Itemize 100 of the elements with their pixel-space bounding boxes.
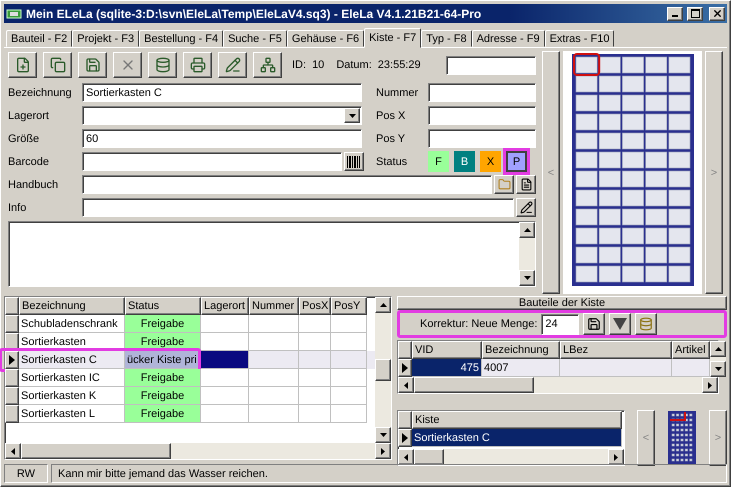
pencil-icon bbox=[224, 57, 240, 73]
close-button[interactable] bbox=[709, 6, 725, 20]
arrow-right-icon bbox=[708, 382, 712, 388]
database-button[interactable] bbox=[635, 313, 658, 335]
column-header[interactable]: LBez bbox=[560, 341, 672, 359]
save-icon bbox=[587, 317, 602, 331]
row-header[interactable] bbox=[398, 429, 412, 447]
scrollbar[interactable] bbox=[375, 297, 391, 443]
down-button[interactable] bbox=[609, 313, 632, 335]
tab[interactable]: Suche - F5 bbox=[223, 30, 287, 47]
scrollbar[interactable] bbox=[398, 377, 718, 393]
row-header[interactable] bbox=[5, 369, 19, 387]
memo-field[interactable] bbox=[8, 221, 536, 287]
status-button[interactable]: B bbox=[454, 151, 475, 172]
tab[interactable]: Adresse - F9 bbox=[472, 30, 545, 47]
arrow-up-icon bbox=[524, 228, 530, 232]
status-button[interactable]: F bbox=[428, 151, 449, 172]
column-header[interactable]: Bezeichnung bbox=[19, 297, 125, 315]
status-label: Status bbox=[376, 156, 408, 168]
arrow-up-icon bbox=[380, 303, 386, 307]
triangle-down-icon bbox=[613, 318, 628, 330]
save-icon bbox=[84, 57, 100, 73]
scrollbar[interactable] bbox=[398, 449, 624, 465]
row-header[interactable] bbox=[5, 387, 19, 405]
input-field[interactable] bbox=[428, 129, 536, 148]
input-field[interactable]: 60 bbox=[82, 129, 362, 148]
row-header[interactable] bbox=[5, 315, 19, 333]
input-field[interactable] bbox=[82, 198, 514, 217]
arrow-left-icon bbox=[404, 454, 408, 460]
edit-note-button[interactable] bbox=[516, 198, 536, 217]
scrollbar-thumb[interactable] bbox=[414, 377, 534, 393]
tab[interactable]: Bauteil - F2 bbox=[6, 30, 72, 47]
input-field[interactable] bbox=[428, 106, 536, 125]
drawer-cabinet-drawing bbox=[667, 410, 697, 466]
status-button[interactable]: X bbox=[480, 151, 501, 172]
column-header[interactable]: Lagerort bbox=[201, 297, 249, 315]
save-button[interactable] bbox=[583, 313, 606, 335]
database-icon bbox=[154, 57, 170, 73]
row-header[interactable] bbox=[5, 351, 19, 369]
toolbar-button[interactable] bbox=[253, 52, 282, 78]
id-label: ID: bbox=[292, 59, 306, 71]
field-label: Bezeichnung bbox=[8, 86, 73, 98]
tab[interactable]: Typ - F8 bbox=[421, 30, 472, 47]
scrollbar-thumb[interactable] bbox=[414, 449, 444, 465]
quantity-field[interactable]: 24 bbox=[541, 314, 580, 334]
tab[interactable]: Bestellung - F4 bbox=[139, 30, 224, 47]
dropdown-arrow-icon bbox=[348, 114, 356, 118]
toolbar-button[interactable] bbox=[183, 52, 212, 78]
table-row[interactable]: 475 4007 bbox=[398, 359, 710, 377]
table-cell: Freigabe bbox=[125, 405, 201, 423]
tab[interactable]: Extras - F10 bbox=[544, 30, 614, 47]
row-header[interactable] bbox=[398, 359, 412, 377]
column-header[interactable]: Kiste bbox=[412, 411, 622, 429]
row-header[interactable] bbox=[5, 405, 19, 423]
input-field[interactable]: Sortierkasten C bbox=[82, 83, 362, 102]
tab[interactable]: Projekt - F3 bbox=[72, 30, 140, 47]
tab[interactable]: Kiste - F7 bbox=[364, 28, 422, 48]
scrollbar-thumb[interactable] bbox=[375, 359, 391, 381]
document-button[interactable] bbox=[516, 175, 536, 194]
toolbar-button[interactable] bbox=[78, 52, 107, 78]
table-cell: 475 bbox=[412, 359, 482, 377]
dropdown-field[interactable] bbox=[82, 106, 362, 125]
field-label: Pos Y bbox=[376, 132, 406, 144]
column-header[interactable]: Bezeichnung bbox=[482, 341, 560, 359]
column-header[interactable]: PosX bbox=[299, 297, 331, 315]
barcode-button[interactable] bbox=[344, 152, 364, 171]
maximize-button[interactable] bbox=[687, 6, 703, 20]
scrollbar[interactable] bbox=[5, 443, 391, 459]
toolbar-button[interactable] bbox=[113, 52, 142, 78]
scrollbar[interactable] bbox=[710, 341, 726, 377]
input-field[interactable] bbox=[82, 175, 492, 194]
minimize-button[interactable] bbox=[667, 6, 683, 20]
toolbar-button[interactable] bbox=[8, 52, 37, 78]
scrollbar-thumb[interactable] bbox=[21, 443, 171, 459]
column-header[interactable]: Status bbox=[125, 297, 201, 315]
tab[interactable]: Gehäuse - F6 bbox=[286, 30, 364, 47]
row-header[interactable] bbox=[5, 297, 19, 315]
toolbar-button[interactable] bbox=[148, 52, 177, 78]
barcode-icon bbox=[347, 156, 361, 168]
open-folder-button[interactable] bbox=[494, 175, 514, 194]
column-header[interactable]: Nummer bbox=[249, 297, 299, 315]
toolbar-button[interactable] bbox=[43, 52, 72, 78]
minimize-icon bbox=[672, 14, 678, 16]
arrow-up-icon bbox=[714, 347, 722, 351]
mode-indicator: RW bbox=[4, 464, 48, 483]
table-cell: ücker Kiste pri bbox=[125, 351, 201, 369]
input-field[interactable] bbox=[428, 83, 536, 102]
input-field[interactable] bbox=[446, 56, 536, 74]
row-header[interactable] bbox=[398, 411, 412, 429]
scrollbar[interactable] bbox=[519, 222, 535, 286]
database-icon bbox=[639, 317, 654, 331]
input-field[interactable] bbox=[82, 152, 342, 171]
new-file-icon bbox=[14, 57, 30, 73]
toolbar-button[interactable] bbox=[218, 52, 247, 78]
column-header[interactable]: VID bbox=[412, 341, 482, 359]
status-button[interactable]: P bbox=[503, 148, 530, 175]
column-header[interactable]: PosY bbox=[331, 297, 367, 315]
field-label: Handbuch bbox=[8, 178, 60, 190]
row-header[interactable] bbox=[398, 341, 412, 359]
column-header[interactable]: Artikel bbox=[672, 341, 710, 359]
